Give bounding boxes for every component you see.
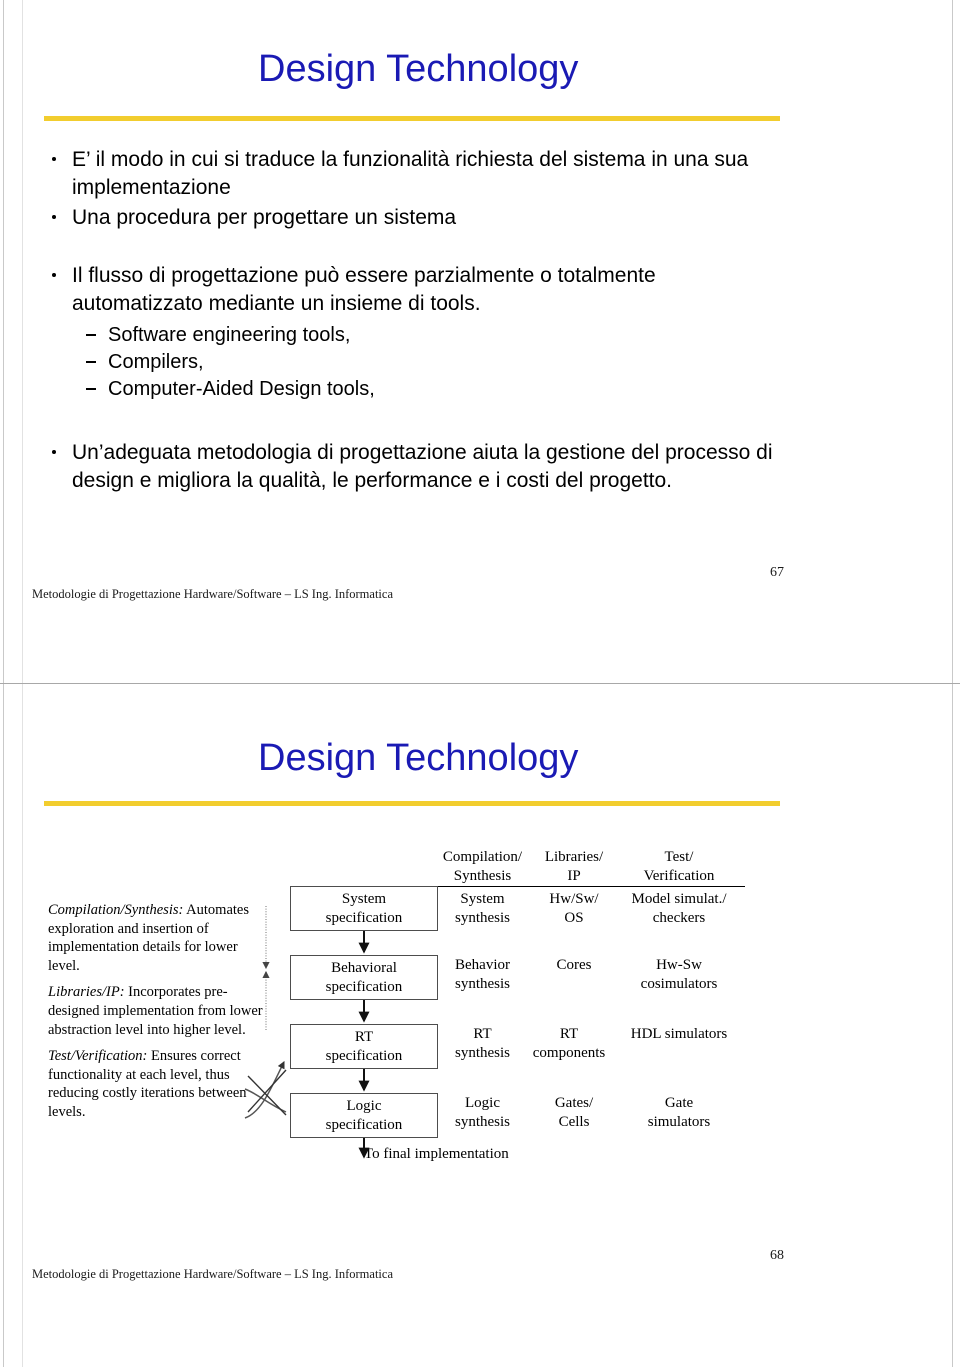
dash-icon	[86, 388, 96, 390]
cell-line2: cosimulators	[640, 976, 718, 992]
bullet-text: Il flusso di progettazione può essere pa…	[72, 264, 656, 315]
cell-line1: Cores	[556, 957, 592, 973]
bullet-text: Una procedura per progettare un sistema	[72, 206, 457, 229]
note-libraries-ip: Libraries/IP: Incorporates pre-designed …	[48, 983, 273, 1039]
cell-line1: Behavior	[455, 957, 510, 973]
cell-libraries-row2: Cores	[535, 956, 613, 975]
note-lead: Libraries/IP:	[48, 984, 125, 1001]
column-header-libraries-ip: Libraries/ IP	[535, 848, 613, 886]
cell-line2: synthesis	[454, 976, 510, 992]
column-header-line2: Verification	[643, 868, 715, 884]
column-header-rule	[438, 886, 745, 888]
spec-box-logic: Logic specification	[290, 1093, 438, 1138]
slide-68-footer: Metodologie di Progettazione Hardware/So…	[32, 1267, 393, 1281]
cell-line1: Model simulat./	[631, 891, 727, 907]
slide-67-bullet-list: E’ il modo in cui si traduce la funziona…	[46, 146, 786, 495]
spec-box-line2: specification	[325, 1047, 403, 1064]
column-header-line1: Test/	[664, 849, 694, 865]
bullet-item: Una procedura per progettare un sistema	[46, 204, 786, 232]
cell-line1: RT	[559, 1026, 579, 1042]
spec-box-line1: Logic	[346, 1098, 382, 1114]
cell-libraries-row4: Gates/ Cells	[535, 1094, 613, 1132]
bullet-dot-icon	[52, 450, 56, 454]
column-header-line2: Synthesis	[453, 868, 512, 884]
cell-line1: Hw/Sw/	[549, 891, 599, 907]
cell-line1: Gate	[664, 1095, 694, 1111]
cell-test-row3: HDL simulators	[613, 1025, 745, 1044]
diagram-notes: Compilation/Synthesis: Automates explora…	[48, 901, 273, 1130]
dash-icon	[86, 334, 96, 336]
slide-68-title: Design Technology	[258, 737, 579, 779]
cell-line1: Logic	[465, 1095, 500, 1111]
cell-line1: RT	[473, 1026, 492, 1042]
sub-bullet-item: Software engineering tools,	[46, 322, 786, 349]
slide-67-title-rule	[44, 116, 780, 121]
cell-line2: checkers	[652, 910, 706, 926]
spec-box-line1: System	[341, 891, 387, 907]
final-implementation-label: To final implementation	[364, 1146, 509, 1162]
cell-compilation-row4: Logic synthesis	[430, 1094, 535, 1132]
column-header-test-verification: Test/ Verification	[613, 848, 745, 886]
cell-line1: HDL simulators	[630, 1026, 728, 1042]
cell-test-row4: Gate simulators	[613, 1094, 745, 1132]
column-header-line1: Compilation/	[442, 849, 523, 865]
slide-68-page-number: 68	[770, 1248, 784, 1263]
cell-line2: synthesis	[454, 910, 510, 926]
cell-line1: Gates/	[554, 1095, 594, 1111]
sub-bullet-text: Computer-Aided Design tools,	[108, 378, 375, 400]
cell-line2: OS	[564, 910, 584, 926]
cell-test-row2: Hw-Sw cosimulators	[613, 956, 745, 994]
slide-separator	[0, 683, 960, 684]
cell-line2: synthesis	[454, 1114, 510, 1130]
bullet-item: E’ il modo in cui si traduce la funziona…	[46, 146, 784, 202]
note-lead: Test/Verification:	[48, 1048, 148, 1065]
spec-box-line1: Behavioral	[331, 960, 397, 976]
note-compilation-synthesis: Compilation/Synthesis: Automates explora…	[48, 901, 273, 975]
slide-67-page-number: 67	[770, 565, 784, 580]
slide-67-title: Design Technology	[258, 48, 579, 90]
bullet-text: E’ il modo in cui si traduce la funziona…	[72, 148, 749, 199]
cell-compilation-row2: Behavior synthesis	[430, 956, 535, 994]
cell-line2: Cells	[558, 1114, 590, 1130]
slide-68-title-rule	[44, 801, 780, 806]
bullet-dot-icon	[52, 273, 56, 277]
cell-line2: synthesis	[454, 1045, 510, 1061]
bullet-dot-icon	[52, 215, 56, 219]
bullet-text: Un’adeguata metodologia di progettazione…	[72, 441, 773, 492]
bullet-item: Il flusso di progettazione può essere pa…	[46, 262, 772, 318]
cell-test-row1: Model simulat./ checkers	[613, 890, 745, 928]
sub-bullet-item: Computer-Aided Design tools,	[46, 376, 786, 403]
column-header-line2: IP	[567, 868, 581, 884]
spec-box-line1: RT	[354, 1029, 374, 1045]
cell-line2: simulators	[647, 1114, 711, 1130]
cell-line1: Hw-Sw	[656, 957, 702, 973]
cell-compilation-row1: System synthesis	[430, 890, 535, 928]
sub-bullet-text: Software engineering tools,	[108, 324, 351, 346]
bullet-item: Un’adeguata metodologia di progettazione…	[46, 439, 782, 495]
cell-line2: components	[532, 1045, 606, 1061]
cell-line1: System	[460, 891, 505, 907]
spec-box-line2: specification	[325, 1116, 403, 1133]
dash-icon	[86, 361, 96, 363]
note-lead: Compilation/Synthesis:	[48, 902, 184, 918]
spec-box-rt: RT specification	[290, 1024, 438, 1069]
sub-bullet-text: Compilers,	[108, 351, 204, 373]
document-page: Design Technology E’ il modo in cui si t…	[0, 0, 960, 1367]
column-header-compilation-synthesis: Compilation/ Synthesis	[430, 848, 535, 886]
spec-box-line2: specification	[325, 909, 403, 926]
cell-libraries-row1: Hw/Sw/ OS	[535, 890, 613, 928]
cell-libraries-row3: RT components	[523, 1025, 615, 1063]
column-header-line1: Libraries/	[544, 849, 604, 865]
slide-67-footer: Metodologie di Progettazione Hardware/So…	[32, 587, 393, 601]
spec-box-line2: specification	[325, 978, 403, 995]
spec-box-behavioral: Behavioral specification	[290, 955, 438, 1000]
bullet-dot-icon	[52, 157, 56, 161]
spec-box-system: System specification	[290, 886, 438, 931]
note-test-verification: Test/Verification: Ensures correct funct…	[48, 1047, 273, 1121]
sub-bullet-item: Compilers,	[46, 349, 786, 376]
cell-compilation-row3: RT synthesis	[430, 1025, 535, 1063]
